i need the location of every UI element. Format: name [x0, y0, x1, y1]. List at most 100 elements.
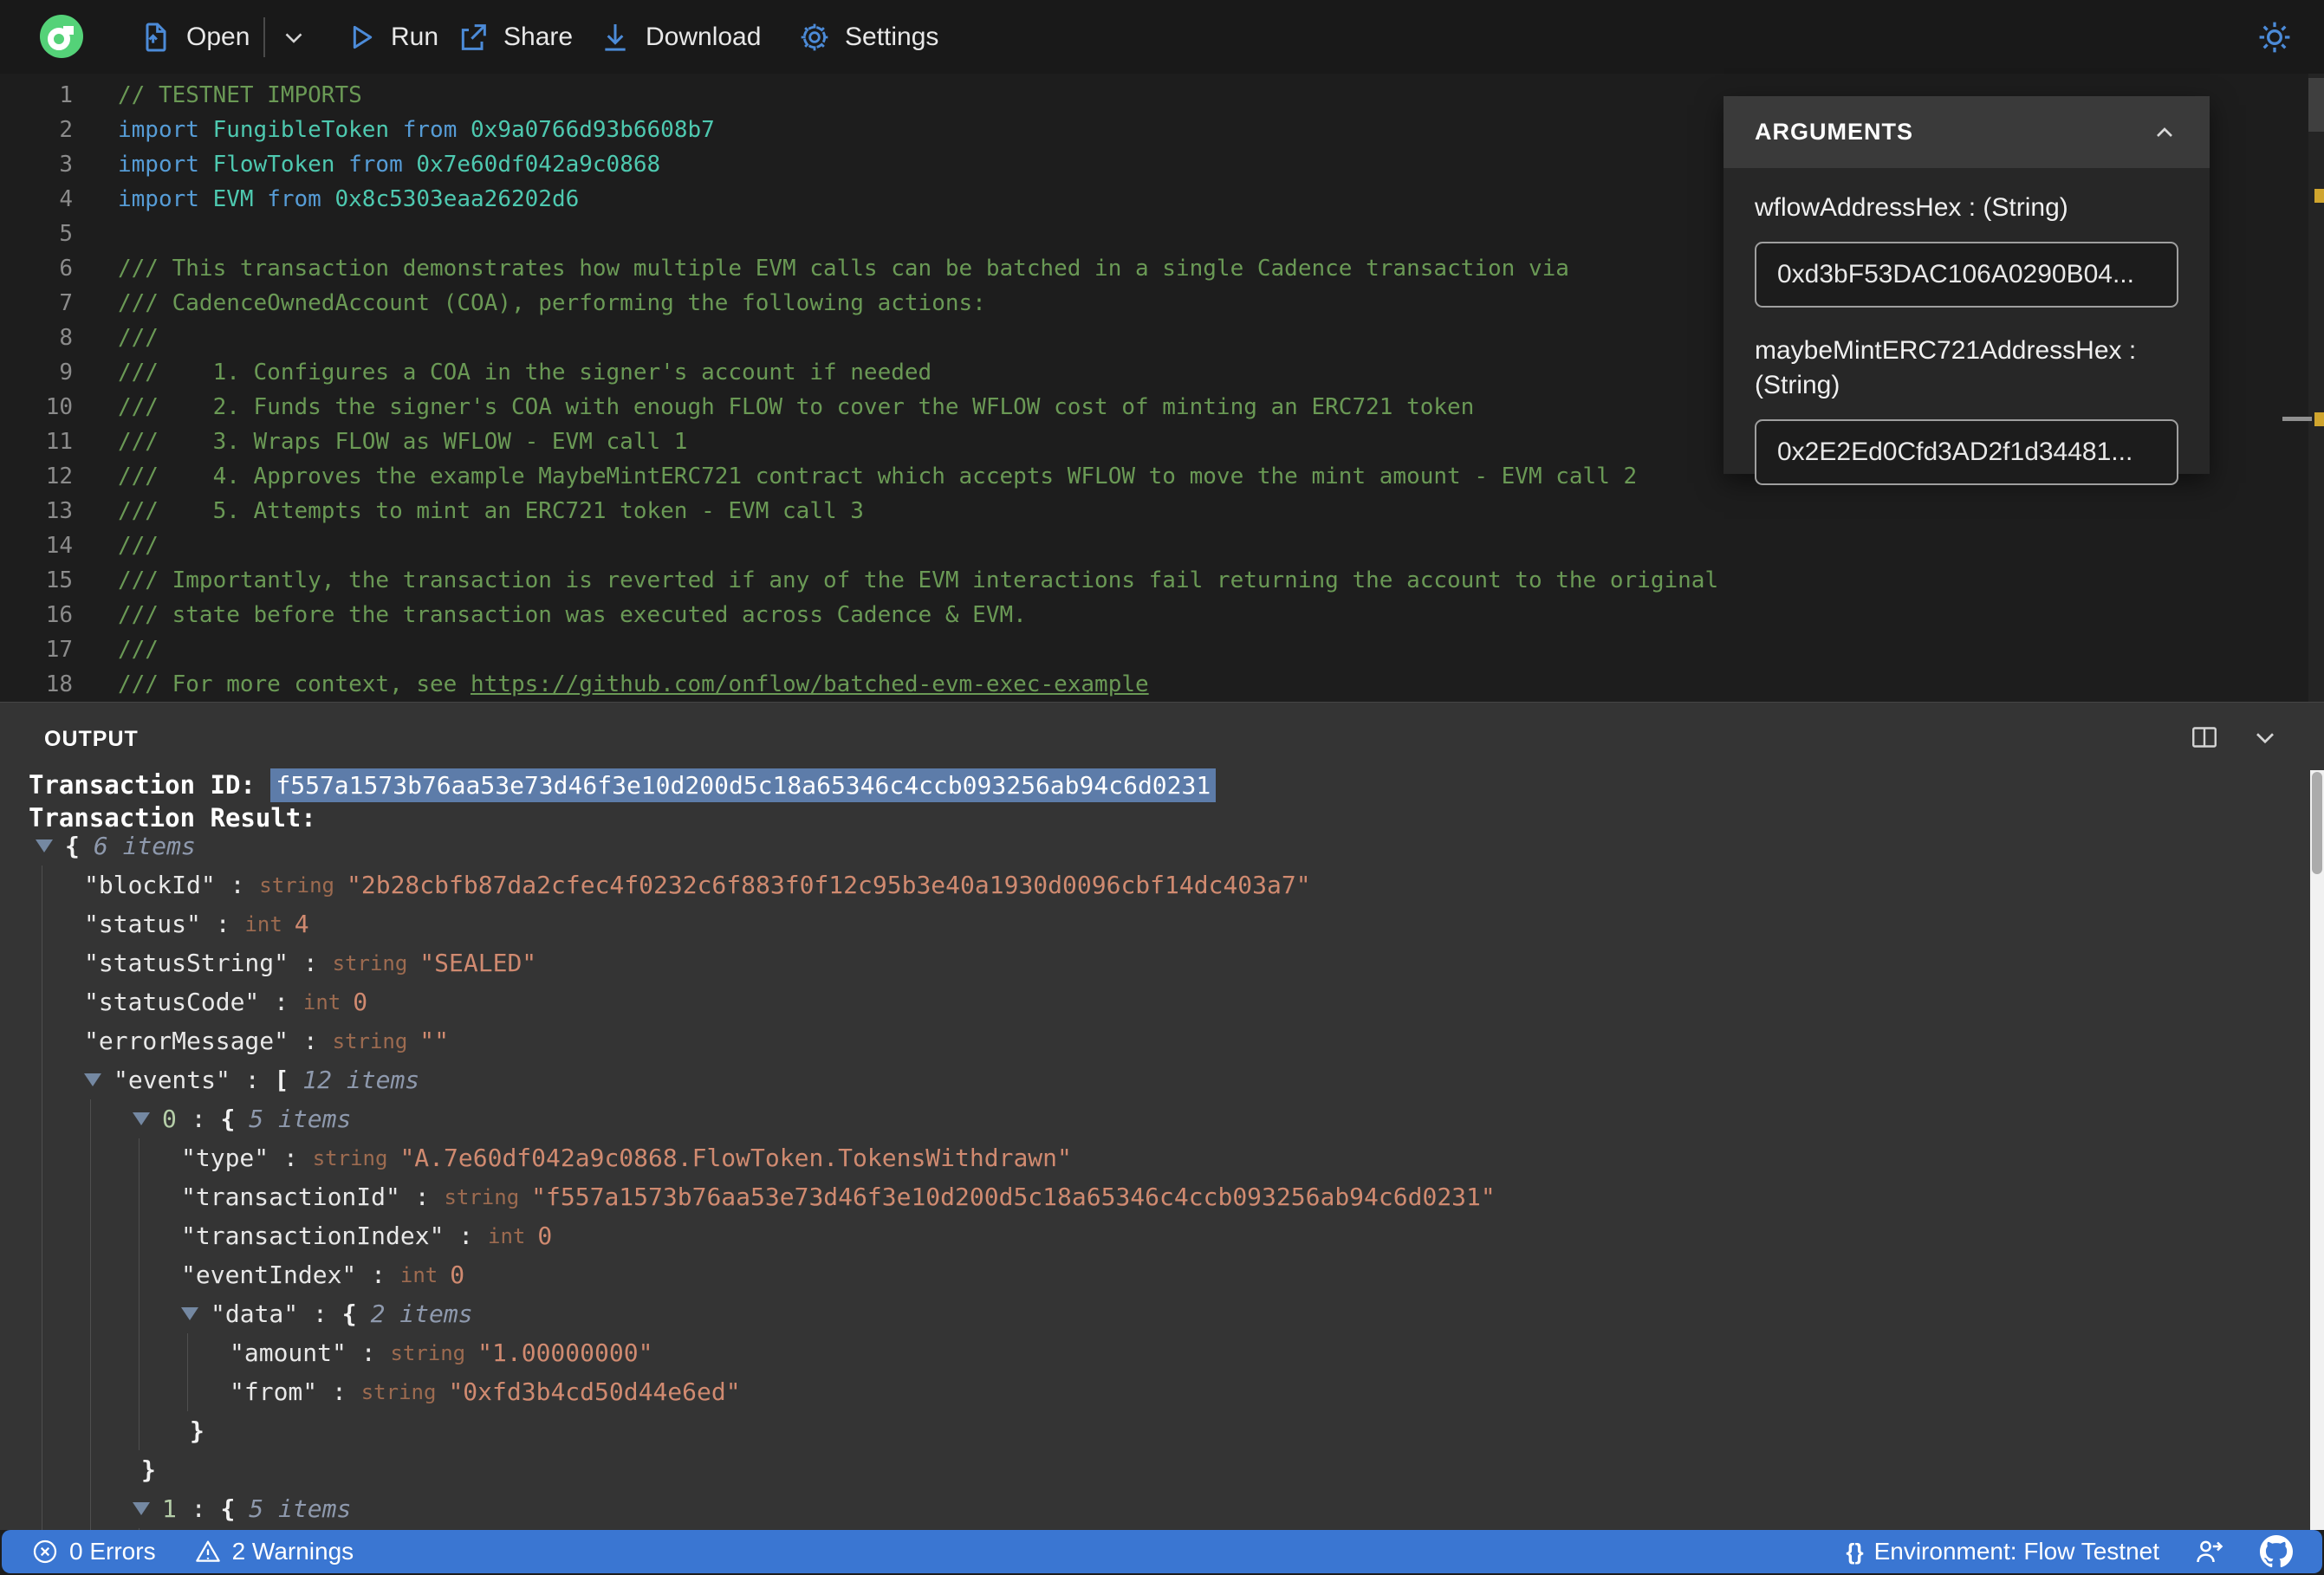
download-label: Download	[646, 22, 762, 51]
error-circle-icon	[33, 1539, 57, 1564]
environment-status[interactable]: {} Environment: Flow Testnet	[1846, 1538, 2159, 1565]
item-count: 12 items	[302, 1066, 420, 1094]
github-icon[interactable]	[2260, 1535, 2293, 1568]
item-count: 6 items	[93, 832, 196, 860]
value-type-label: int	[244, 911, 282, 937]
errors-label: 0 Errors	[69, 1538, 156, 1565]
download-button[interactable]: Download	[598, 0, 761, 74]
arguments-title: ARGUMENTS	[1755, 119, 1913, 145]
feedback-person-icon[interactable]	[2194, 1536, 2225, 1567]
json-key: "transactionIndex"	[181, 1222, 445, 1250]
value-type-label: string	[390, 1340, 466, 1365]
code-text: ///	[118, 533, 159, 559]
json-key: "type"	[181, 1144, 269, 1172]
environment-label: Environment: Flow Testnet	[1873, 1538, 2159, 1565]
json-key: "eventIndex"	[181, 1261, 357, 1289]
braces-icon: {}	[1846, 1538, 1864, 1565]
code-text: import FlowToken from 0x7e60df042a9c0868	[118, 152, 661, 178]
share-button[interactable]: Share	[456, 0, 573, 74]
open-label: Open	[186, 22, 250, 51]
collapse-chevron-up-icon[interactable]	[2151, 119, 2178, 146]
download-icon	[605, 23, 626, 51]
json-row: 0 : {5 items	[0, 1099, 2288, 1138]
line-number: 8	[59, 325, 73, 351]
code-text: /// state before the transaction was exe…	[118, 602, 1027, 628]
line-number: 5	[59, 221, 73, 247]
json-row: "transactionIndex" : int 0	[181, 1222, 553, 1250]
json-value: "2b28cbfb87da2cfec4f0232c6f883f0f12c95b3…	[347, 871, 1311, 899]
value-type-label: int	[302, 989, 341, 1014]
code-line: 13 /// 5. Attempts to mint an ERC721 toke…	[0, 494, 2305, 528]
argument-input-maybemint[interactable]: 0x2E2Ed0Cfd3AD2f1d34481...	[1755, 418, 2178, 485]
expand-triangle-icon[interactable]	[133, 1112, 150, 1125]
warning-marker	[2314, 412, 2324, 426]
expand-triangle-icon[interactable]	[181, 1307, 198, 1320]
expand-triangle-icon[interactable]	[133, 1502, 150, 1515]
expand-triangle-icon[interactable]	[84, 1073, 101, 1086]
output-scrollbar-thumb[interactable]	[2312, 772, 2322, 874]
line-number: 13	[45, 498, 73, 524]
settings-button[interactable]: Settings	[797, 0, 938, 74]
transaction-id-value[interactable]: f557a1573b76aa53e73d46f3e10d200d5c18a653…	[270, 768, 1217, 802]
json-key: "statusString"	[84, 949, 289, 977]
code-editor[interactable]: 1 // TESTNET IMPORTS 2 import FungibleToken…	[0, 74, 2324, 702]
share-icon	[461, 23, 486, 50]
warning-triangle-icon	[195, 1540, 220, 1562]
flow-logo-icon[interactable]	[40, 15, 83, 58]
errors-status[interactable]: 0 Errors	[31, 1538, 156, 1565]
argument-label: wflowAddressHex : (String)	[1755, 193, 2068, 222]
output-title: OUTPUT	[44, 727, 139, 751]
json-row: "blockId" : string "2b28cbfb87da2cfec4f02…	[84, 871, 1311, 899]
value-type-label: int	[488, 1223, 526, 1248]
run-play-icon	[353, 25, 373, 49]
argument-label: maybeMintERC721AddressHex : (String)	[1755, 335, 2137, 400]
open-button[interactable]: Open	[139, 0, 250, 74]
collapse-output-chevron-icon[interactable]	[2249, 722, 2281, 753]
warning-marker	[2314, 189, 2324, 203]
value-type-label: string	[259, 872, 334, 898]
editor-scrollbar-thumb[interactable]	[2308, 78, 2324, 132]
json-row: "events" : [12 items	[0, 1060, 2288, 1099]
expand-triangle-icon[interactable]	[36, 839, 53, 852]
transaction-id-label: Transaction ID:	[29, 770, 271, 800]
run-button[interactable]: Run	[343, 0, 438, 74]
theme-toggle-button[interactable]	[2256, 0, 2294, 74]
line-number: 1	[59, 82, 73, 108]
json-value: 0	[353, 988, 368, 1016]
line-number: 10	[45, 394, 73, 420]
code-text: import EVM from 0x8c5303eaa26202d6	[118, 186, 580, 212]
code-text: /// 3. Wraps FLOW as WFLOW - EVM call 1	[118, 429, 688, 455]
code-text: /// For more context, see https://github…	[118, 671, 1149, 697]
code-text: /// 5. Attempts to mint an ERC721 token …	[118, 498, 864, 524]
json-row: "amount" : string "1.00000000"	[230, 1338, 653, 1367]
code-line: 18 /// For more context, see https://gith…	[0, 667, 2305, 702]
code-line: 17 ///	[0, 632, 2305, 667]
value-type-label: string	[312, 1145, 388, 1170]
item-count: 5 items	[249, 1105, 352, 1133]
output-scrollbar[interactable]	[2310, 770, 2324, 1530]
code-text: /// 2. Funds the signer's COA with enoug…	[118, 394, 1475, 420]
line-number: 14	[45, 533, 73, 559]
warnings-status[interactable]: 2 Warnings	[194, 1538, 354, 1565]
editor-scrollbar[interactable]	[2282, 74, 2324, 702]
value-type-label: string	[332, 1028, 408, 1053]
line-number: 6	[59, 256, 73, 282]
json-key: "statusCode"	[84, 988, 260, 1016]
json-row: "statusString" : string "SEALED"	[84, 949, 537, 977]
json-row: "status" : int 4	[84, 910, 309, 938]
value-type-label: string	[332, 950, 408, 975]
code-text: ///	[118, 325, 159, 351]
json-row: "from" : string "0xfd3b4cd50d44e6ed"	[230, 1377, 741, 1406]
run-label: Run	[391, 22, 439, 51]
toolbar-divider	[263, 17, 265, 57]
argument-input-wflow[interactable]: 0xd3bF53DAC106A0290B04...	[1755, 241, 2178, 308]
value-type-label: string	[360, 1379, 437, 1404]
sun-icon	[2259, 22, 2290, 52]
open-dropdown-chevron[interactable]	[279, 0, 308, 74]
split-panel-icon[interactable]	[2189, 722, 2220, 753]
arguments-panel-header[interactable]: ARGUMENTS	[1724, 96, 2210, 168]
code-text: // TESTNET IMPORTS	[118, 82, 362, 108]
line-number: 9	[59, 360, 73, 386]
json-key: 0	[162, 1105, 177, 1133]
code-text: /// 1. Configures a COA in the signer's …	[118, 360, 932, 386]
